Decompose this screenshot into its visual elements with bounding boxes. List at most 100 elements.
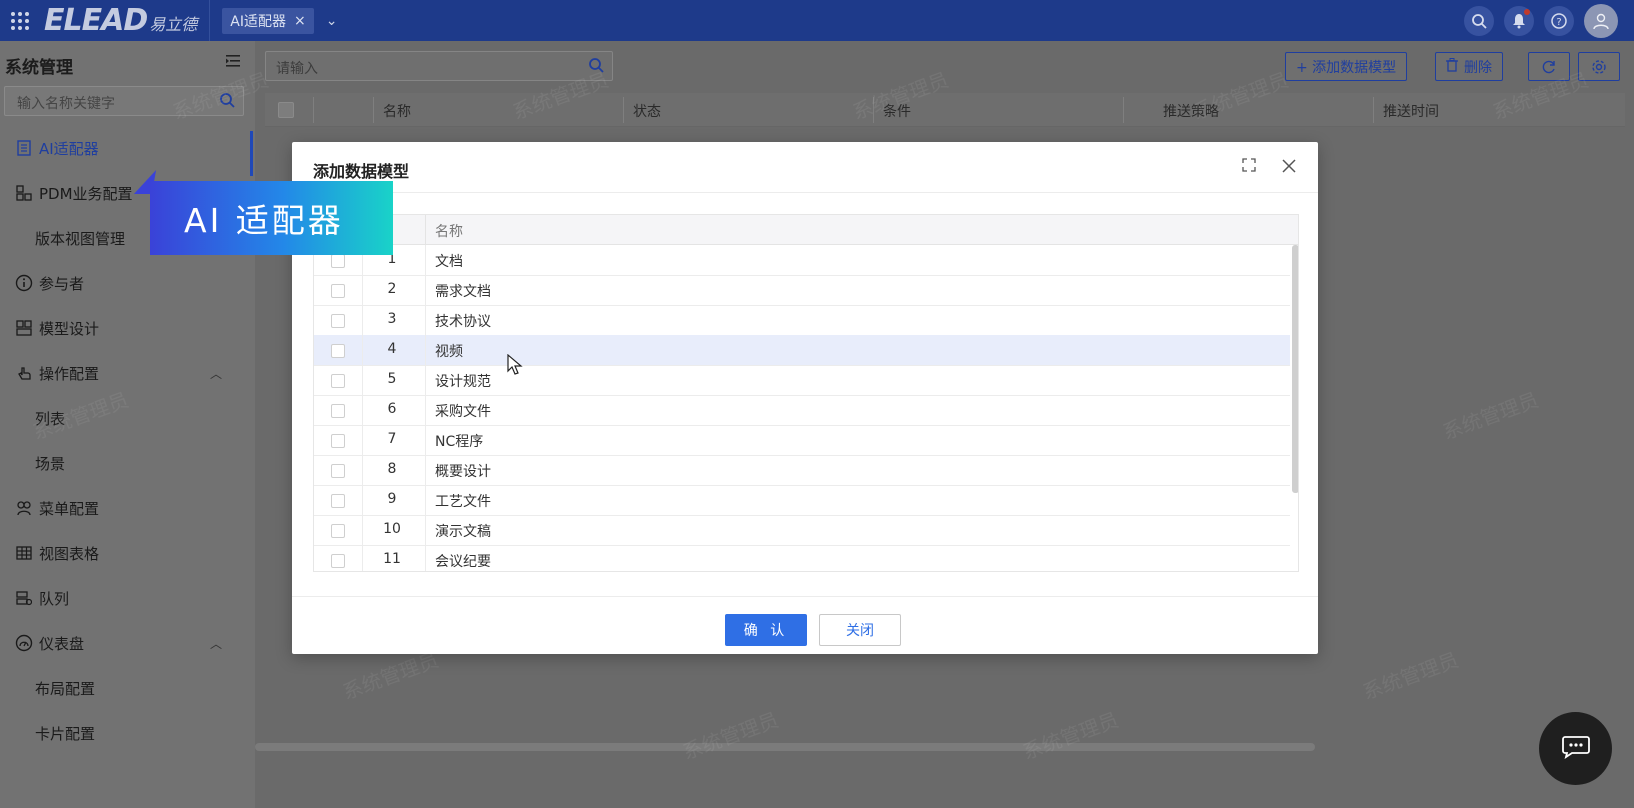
- sidebar-search-input[interactable]: 输入名称关键字: [4, 86, 244, 116]
- column-header[interactable]: 条件: [883, 101, 911, 121]
- close-button[interactable]: 关闭: [819, 614, 901, 646]
- sidebar-item-queue[interactable]: 队列: [14, 586, 69, 610]
- sidebar-item-layout-config[interactable]: 布局配置: [35, 676, 95, 700]
- row-index: 5: [387, 371, 397, 387]
- sidebar-collapse-icon[interactable]: [226, 55, 240, 71]
- cell-divider: [425, 455, 426, 486]
- sidebar-item-version-view[interactable]: 版本视图管理: [35, 226, 125, 250]
- column-header[interactable]: 推送时间: [1383, 101, 1439, 121]
- sidebar-item-pdm-config[interactable]: PDM业务配置: [14, 181, 133, 205]
- row-checkbox[interactable]: [331, 314, 345, 328]
- table-row[interactable]: 6 采购文件: [314, 395, 1290, 426]
- chevron-up-icon[interactable]: ︿: [210, 635, 222, 652]
- row-name: 演示文稿: [435, 524, 491, 540]
- sidebar-item-view-table[interactable]: 视图表格: [14, 541, 99, 565]
- table-row[interactable]: 1 文档: [314, 245, 1290, 276]
- settings-gear-icon[interactable]: [1578, 52, 1620, 81]
- table-row[interactable]: 2 需求文档: [314, 275, 1290, 306]
- column-header[interactable]: 名称: [383, 101, 411, 121]
- row-checkbox[interactable]: [331, 254, 345, 268]
- delete-button[interactable]: 删除: [1435, 52, 1503, 81]
- sidebar-item-scene[interactable]: 场景: [35, 451, 65, 475]
- table-body: 1 文档 2 需求文档 3 技术协议 4 视频 5 设计规范 6 采购文件 7 NC程序 8 概要设计 9 工艺文…: [314, 245, 1290, 571]
- app-grid-icon[interactable]: [0, 0, 40, 41]
- main-search-input[interactable]: 请输入: [265, 51, 613, 81]
- search-icon[interactable]: [1464, 6, 1494, 36]
- tab-ai-adapter[interactable]: AI适配器 ×: [222, 7, 314, 34]
- chevron-up-icon[interactable]: ︿: [210, 365, 222, 382]
- row-index: 3: [387, 311, 397, 327]
- table-row[interactable]: 11 会议纪要: [314, 545, 1290, 571]
- top-navigation-bar: ELEAD 易立德 AI适配器 × ⌄ ?: [0, 0, 1634, 41]
- horizontal-scrollbar[interactable]: [255, 743, 1315, 751]
- column-header[interactable]: 状态: [633, 101, 661, 121]
- row-checkbox[interactable]: [331, 494, 345, 508]
- row-checkbox[interactable]: [331, 374, 345, 388]
- dialog-footer-divider: [292, 596, 1318, 597]
- search-icon[interactable]: [588, 57, 604, 77]
- sidebar-item-ai-adapter[interactable]: AI适配器: [14, 136, 99, 160]
- cell-divider: [425, 395, 426, 426]
- select-all-checkbox[interactable]: [278, 102, 294, 118]
- cell-divider: [425, 335, 426, 366]
- table-row[interactable]: 10 演示文稿: [314, 515, 1290, 546]
- org-icon: [14, 183, 34, 203]
- sidebar-item-card-config[interactable]: 卡片配置: [35, 721, 95, 745]
- user-avatar-icon[interactable]: [1584, 4, 1618, 38]
- cell-divider: [425, 245, 426, 276]
- row-name: 技术协议: [435, 314, 491, 330]
- table-row[interactable]: 4 视频: [314, 335, 1290, 366]
- table-row[interactable]: 9 工艺文件: [314, 485, 1290, 516]
- confirm-button[interactable]: 确 认: [725, 614, 807, 646]
- dialog-title: 添加数据模型: [313, 162, 410, 181]
- sidebar-item-participants[interactable]: 参与者: [14, 271, 84, 295]
- row-checkbox[interactable]: [331, 344, 345, 358]
- model-icon: [14, 318, 34, 338]
- tab-close-icon[interactable]: ×: [294, 13, 306, 29]
- sidebar-item-operation-config[interactable]: 操作配置: [14, 361, 99, 385]
- row-checkbox[interactable]: [331, 554, 345, 568]
- svg-text:?: ?: [1556, 17, 1561, 28]
- sidebar-item-menu-config[interactable]: 菜单配置: [14, 496, 99, 520]
- vertical-scrollbar[interactable]: [1292, 245, 1298, 493]
- cell-divider: [425, 485, 426, 516]
- callout-banner: AI 适配器: [150, 181, 393, 255]
- sidebar-item-model-design[interactable]: 模型设计: [14, 316, 99, 340]
- close-icon[interactable]: [1282, 154, 1296, 178]
- topbar-divider: [209, 0, 211, 41]
- menu-config-icon: [14, 498, 34, 518]
- row-name: 工艺文件: [435, 494, 491, 510]
- column-header[interactable]: 推送策略: [1163, 101, 1219, 121]
- tabs-dropdown-icon[interactable]: ⌄: [326, 13, 338, 29]
- sidebar-item-dashboard[interactable]: 仪表盘: [14, 631, 84, 655]
- dialog-header-divider: [292, 192, 1318, 193]
- table-row[interactable]: 5 设计规范: [314, 365, 1290, 396]
- mouse-pointer-icon: [507, 353, 523, 380]
- table-row[interactable]: 3 技术协议: [314, 305, 1290, 336]
- row-index: 11: [383, 551, 401, 567]
- refresh-icon[interactable]: [1528, 52, 1570, 81]
- add-data-model-dialog: 添加数据模型 名称 1 文档 2 需求文档 3 技术协议 4 视频 5 设计规范 6 采购文件 7 NC程…: [292, 142, 1318, 654]
- row-checkbox[interactable]: [331, 524, 345, 538]
- row-index: 2: [387, 281, 397, 297]
- help-icon[interactable]: ?: [1544, 6, 1574, 36]
- chat-button[interactable]: [1539, 712, 1612, 785]
- fullscreen-icon[interactable]: [1242, 158, 1256, 176]
- notification-bell-icon[interactable]: [1504, 6, 1534, 36]
- row-checkbox[interactable]: [331, 284, 345, 298]
- cell-divider: [425, 515, 426, 546]
- row-name: 设计规范: [435, 374, 491, 390]
- table-icon: [14, 543, 34, 563]
- table-row[interactable]: 8 概要设计: [314, 455, 1290, 486]
- row-name: NC程序: [435, 434, 484, 450]
- table-row[interactable]: 7 NC程序: [314, 425, 1290, 456]
- cell-divider: [425, 545, 426, 571]
- row-checkbox[interactable]: [331, 464, 345, 478]
- row-name: 采购文件: [435, 404, 491, 420]
- gauge-icon: [14, 633, 34, 653]
- row-checkbox[interactable]: [331, 434, 345, 448]
- row-checkbox[interactable]: [331, 404, 345, 418]
- search-icon[interactable]: [219, 92, 235, 112]
- sidebar-item-list[interactable]: 列表: [35, 406, 65, 430]
- add-data-model-button[interactable]: + 添加数据模型: [1285, 52, 1408, 81]
